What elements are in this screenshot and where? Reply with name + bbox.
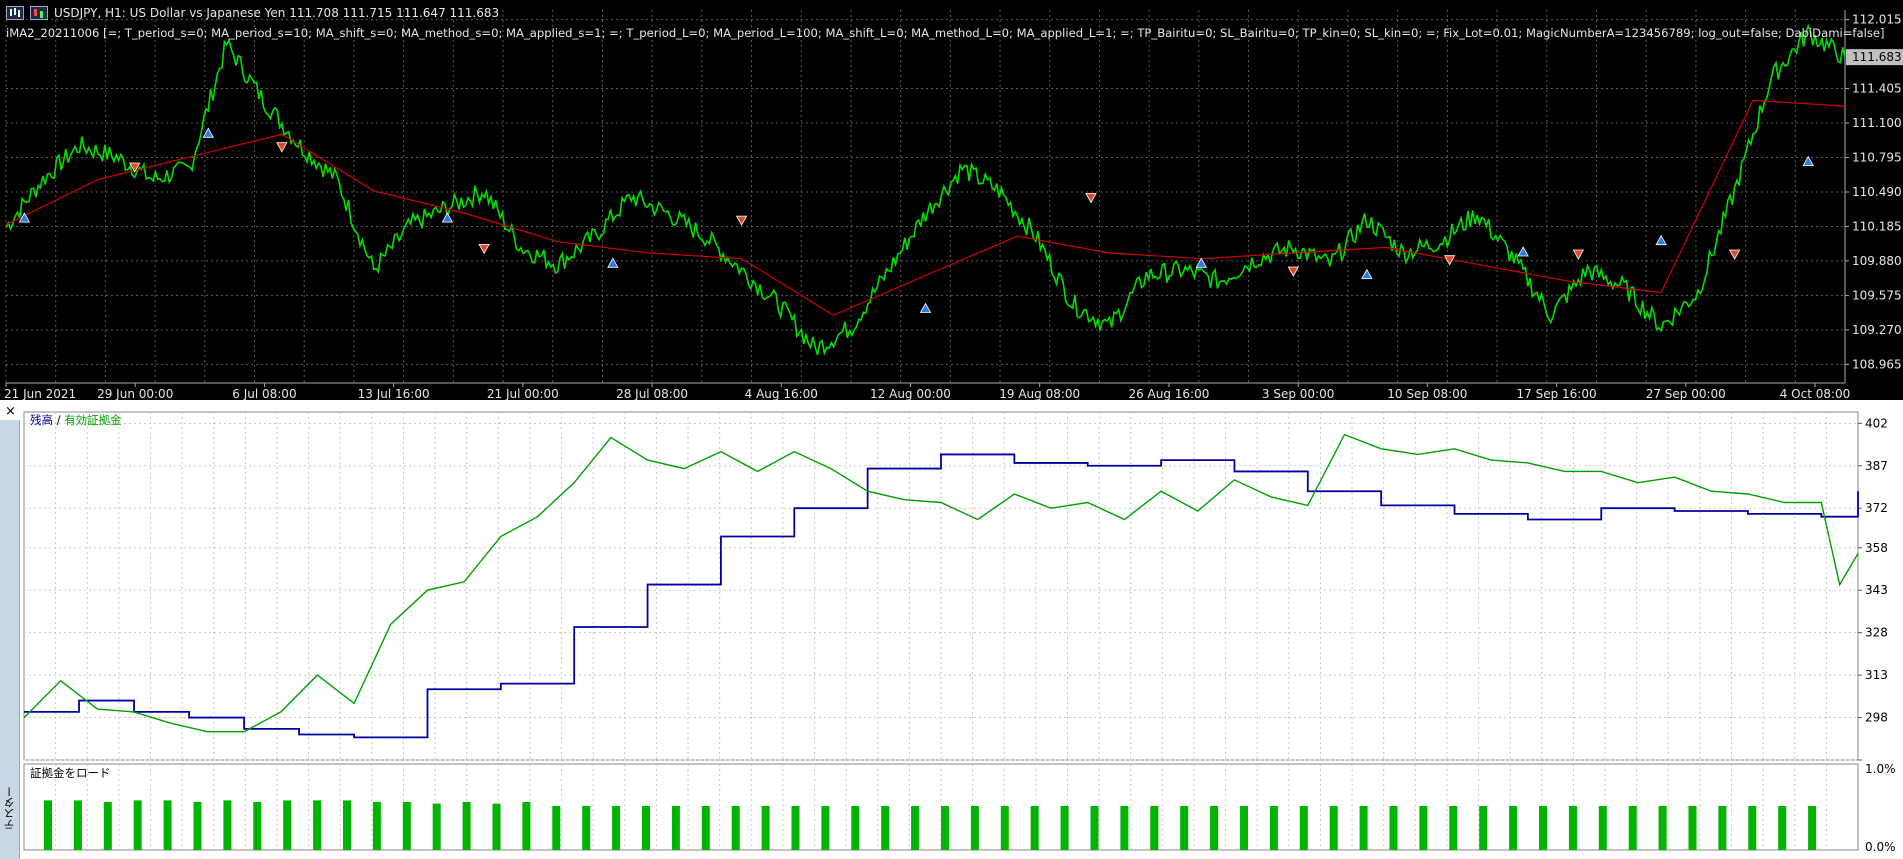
price-chart-pane[interactable]: 112.015 111.405 111.100 110.795 110.490 110.1… bbox=[0, 0, 1903, 400]
price-y-tick-label: 109.270 bbox=[1852, 323, 1902, 337]
price-y-tick-label: 110.185 bbox=[1852, 219, 1902, 233]
current-price-label: 111.683 bbox=[1852, 50, 1902, 64]
buy-arrow-icon bbox=[1195, 257, 1208, 268]
price-x-tick-label: 27 Sep 00:00 bbox=[1646, 387, 1726, 400]
price-x-tick-label: 28 Jul 08:00 bbox=[616, 387, 688, 400]
sell-arrow-icon bbox=[276, 142, 288, 153]
price-x-tick-label: 13 Jul 16:00 bbox=[358, 387, 430, 400]
buy-arrow-icon bbox=[607, 257, 619, 268]
price-x-tick-label: 21 Jun 2021 bbox=[4, 387, 76, 400]
price-y-tick-label: 110.795 bbox=[1852, 151, 1902, 165]
price-x-tick-label: 10 Sep 08:00 bbox=[1387, 387, 1467, 400]
sell-arrow-icon bbox=[1287, 266, 1299, 277]
buy-arrow-icon bbox=[1361, 268, 1373, 280]
symbol-info-line: USDJPY, H1: US Dollar vs Japanese Yen 11… bbox=[6, 6, 499, 20]
margin-load-title: 証拠金をロード bbox=[30, 766, 111, 780]
price-y-tick-label: 112.015 bbox=[1852, 13, 1902, 27]
price-x-tick-label: 19 Aug 08:00 bbox=[999, 387, 1080, 400]
buy-arrow-icon bbox=[919, 302, 932, 313]
price-x-tick-label: 4 Aug 16:00 bbox=[745, 387, 818, 400]
price-chart[interactable]: 112.015 111.405 111.100 110.795 110.490 110.1… bbox=[0, 0, 1903, 400]
ea-parameters-line: iMA2_20211006 [=; T_period_s=0; MA_perio… bbox=[6, 26, 1885, 40]
legend-equity: 有効証拠金 bbox=[64, 413, 122, 427]
bar-chart-icon[interactable] bbox=[6, 6, 24, 20]
symbol-info-text: USDJPY, H1: US Dollar vs Japanese Yen 11… bbox=[54, 6, 500, 20]
legend-balance: 残高 bbox=[30, 413, 53, 427]
price-x-tick-label: 4 Oct 08:00 bbox=[1780, 387, 1851, 400]
legend-separator: / bbox=[53, 413, 65, 427]
price-y-tick-label: 109.575 bbox=[1852, 288, 1902, 302]
sell-arrow-icon bbox=[1728, 249, 1741, 260]
price-x-tick-label: 21 Jul 00:00 bbox=[487, 387, 559, 400]
price-y-tick-label: 111.100 bbox=[1852, 116, 1902, 130]
price-y-tick-label: 108.965 bbox=[1852, 357, 1902, 371]
sell-arrow-icon bbox=[478, 243, 490, 255]
sell-arrow-icon bbox=[1085, 193, 1097, 204]
buy-arrow-icon bbox=[441, 212, 454, 223]
price-x-tick-label: 29 Jun 00:00 bbox=[97, 387, 173, 400]
price-x-tick-label: 3 Sep 00:00 bbox=[1262, 387, 1334, 400]
candlestick-icon[interactable] bbox=[30, 6, 48, 20]
price-x-tick-label: 6 Jul 08:00 bbox=[232, 387, 296, 400]
tester-side-label: テスター bbox=[3, 786, 16, 830]
price-y-tick-label: 110.490 bbox=[1852, 185, 1902, 199]
moving-average-line bbox=[5, 99, 1846, 316]
sell-arrow-icon bbox=[1572, 249, 1585, 260]
buy-arrow-icon bbox=[1655, 234, 1667, 246]
strategy-tester-pane bbox=[0, 403, 1903, 859]
price-y-tick-label: 111.405 bbox=[1852, 82, 1902, 96]
buy-arrow-icon bbox=[202, 127, 214, 138]
price-y-tick-label: 109.880 bbox=[1852, 254, 1902, 268]
price-x-tick-label: 12 Aug 00:00 bbox=[870, 387, 951, 400]
buy-arrow-icon bbox=[1517, 246, 1529, 257]
graph-legend: 残高 / 有効証拠金 bbox=[30, 412, 122, 428]
close-tester-button[interactable]: × bbox=[5, 404, 16, 419]
price-x-tick-label: 26 Aug 16:00 bbox=[1128, 387, 1209, 400]
price-x-tick-label: 17 Sep 16:00 bbox=[1517, 387, 1597, 400]
sell-arrow-icon bbox=[735, 215, 748, 226]
